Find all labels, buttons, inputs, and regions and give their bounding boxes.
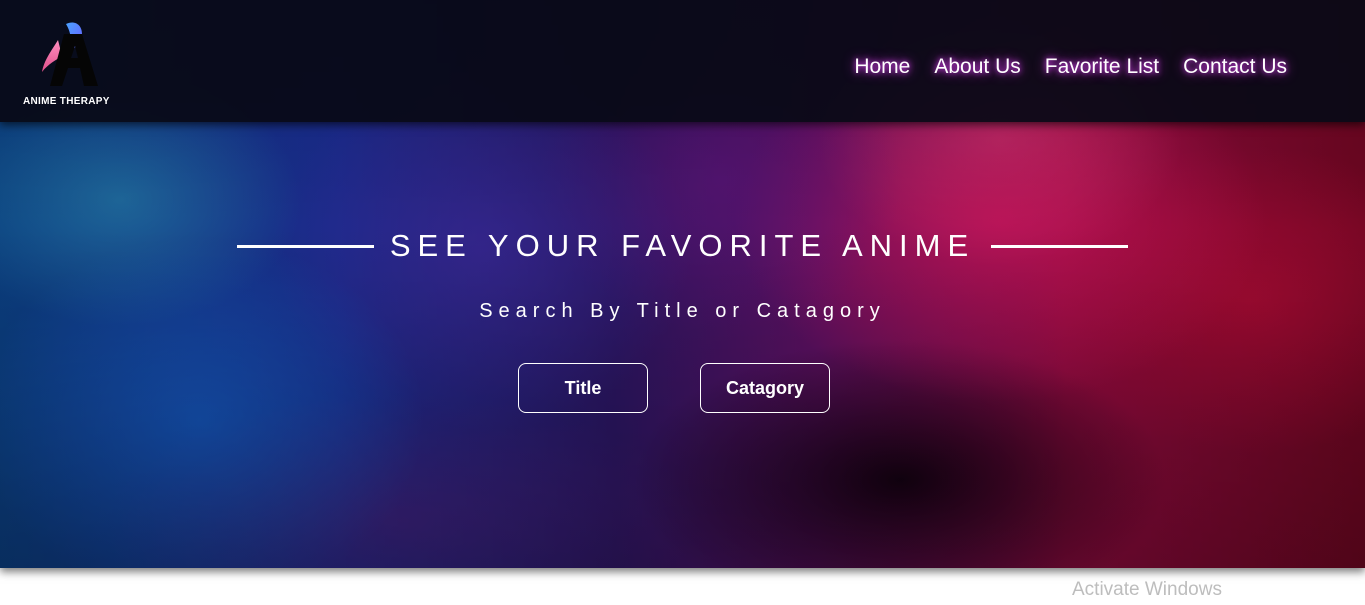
title-divider-left	[236, 244, 374, 248]
nav-contact-us[interactable]: Contact Us	[1183, 55, 1287, 79]
search-by-category-button[interactable]: Catagory	[700, 363, 830, 413]
title-divider-right	[991, 244, 1129, 248]
page: ANIME THERAPY Home About Us Favorite Lis…	[0, 0, 1365, 605]
main-nav: Home About Us Favorite List Contact Us	[854, 55, 1287, 79]
nav-home[interactable]: Home	[854, 55, 910, 79]
search-by-title-button[interactable]: Title	[518, 363, 648, 413]
activate-windows-watermark: Activate Windows	[1072, 579, 1222, 600]
hero-title: SEE YOUR FAVORITE ANIME	[389, 228, 976, 263]
site-header: ANIME THERAPY Home About Us Favorite Lis…	[0, 0, 1365, 122]
nav-about-us[interactable]: About Us	[934, 55, 1020, 79]
anime-therapy-logo-icon	[42, 22, 98, 86]
nav-favorite-list[interactable]: Favorite List	[1045, 55, 1159, 79]
hero-title-row: SEE YOUR FAVORITE ANIME	[0, 228, 1365, 264]
logo-text: ANIME THERAPY	[23, 96, 110, 107]
hero-subtitle: Search By Title or Catagory	[479, 300, 886, 322]
logo[interactable]: ANIME THERAPY	[22, 20, 122, 110]
